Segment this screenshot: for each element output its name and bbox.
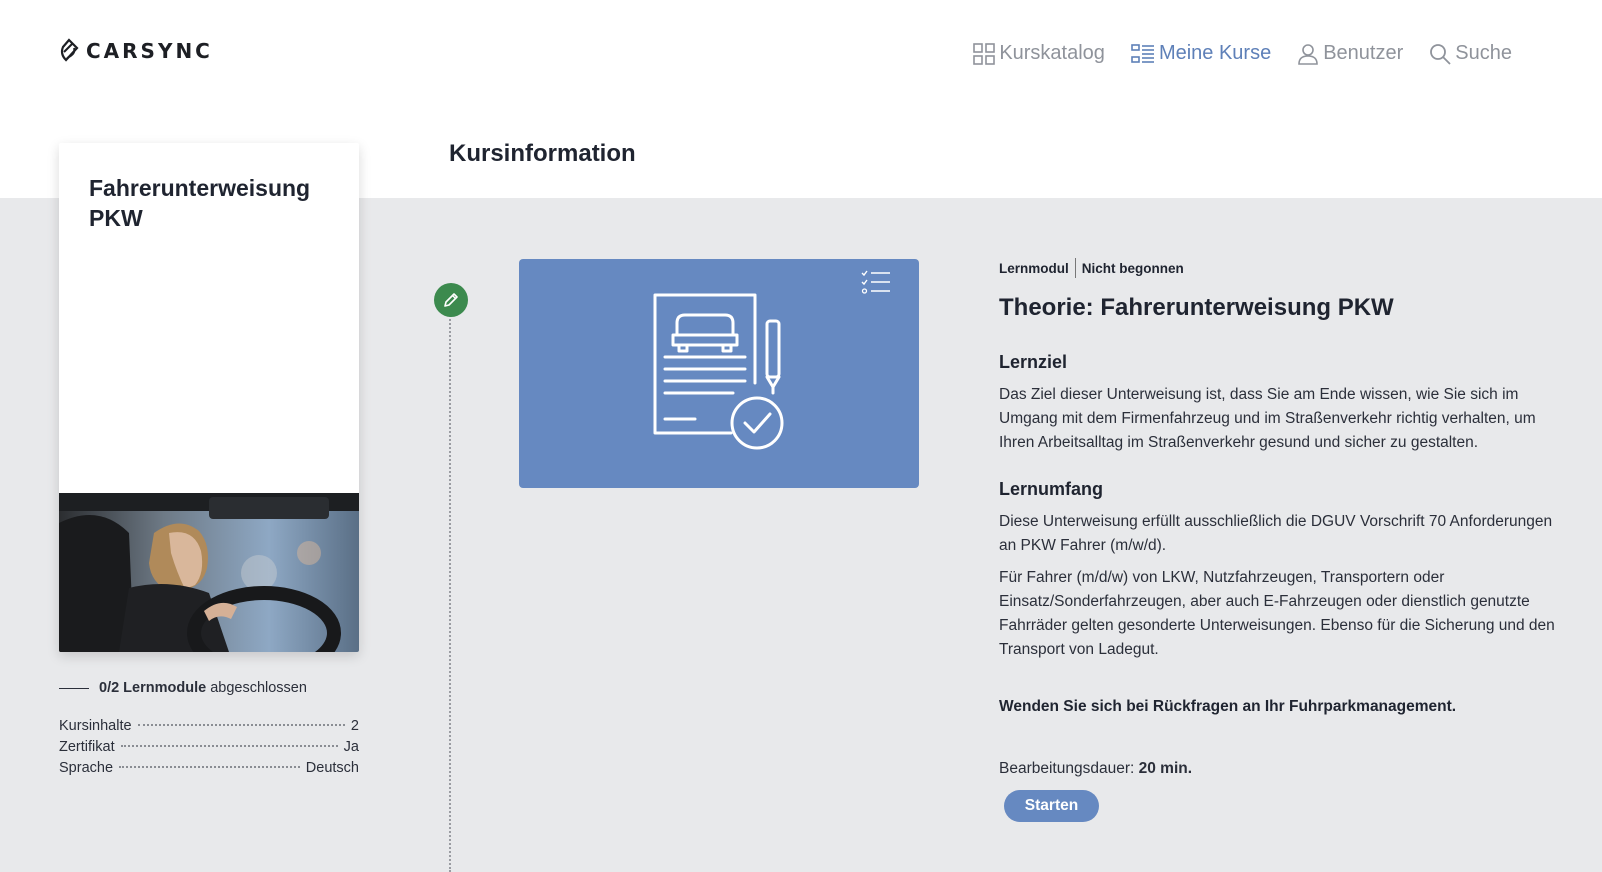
- progress-dash: [59, 687, 89, 689]
- list-icon: [1131, 43, 1154, 63]
- course-photo: [59, 493, 359, 652]
- nav-kurskatalog[interactable]: Kurskatalog: [973, 42, 1105, 65]
- scope-text-1: Diese Unterweisung erfüllt ausschließlic…: [999, 513, 1553, 554]
- duration-label: Bearbeitungsdauer:: [999, 760, 1135, 777]
- scope-text-2: Für Fahrer (m/d/w) von LKW, Nutzfahrzeug…: [999, 569, 1555, 658]
- brand-wordmark: CARSYNC: [86, 39, 213, 63]
- course-meta-list: Kursinhalte 2 Zertifikat Ja Sprache Deut…: [59, 718, 359, 781]
- meta-row-sprache: Sprache Deutsch: [59, 760, 359, 781]
- course-card[interactable]: Fahrerunterweisung PKW: [59, 143, 359, 652]
- nav-benutzer[interactable]: Benutzer: [1297, 42, 1403, 65]
- module-status-dot: [434, 283, 468, 317]
- meta-value: 2: [350, 718, 359, 734]
- meta-label: Kursinhalte: [59, 718, 132, 734]
- meta-row-zertifikat: Zertifikat Ja: [59, 739, 359, 760]
- nav-label: Benutzer: [1323, 42, 1404, 64]
- module-status-tag: Nicht begonnen: [1081, 260, 1184, 276]
- contact-note: Wenden Sie sich bei Rückfragen an Ihr Fu…: [999, 698, 1457, 715]
- meta-dots: [119, 766, 300, 768]
- user-icon: [1298, 43, 1319, 65]
- progress-suffix: abgeschlossen: [210, 680, 307, 696]
- tag-separator: [1074, 258, 1076, 278]
- module-title: Theorie: Fahrerunterweisung PKW: [999, 294, 1394, 321]
- course-title: Fahrerunterweisung PKW: [89, 175, 311, 231]
- module-tags: Lernmodul Nicht begonnen: [999, 258, 1559, 278]
- scope-heading: Lernumfang: [999, 479, 1104, 499]
- checklist-icon: [861, 270, 890, 294]
- meta-row-kursinhalte: Kursinhalte 2: [59, 718, 359, 739]
- module-detail: Lernmodul Nicht begonnen Theorie: Fahrer…: [999, 258, 1559, 822]
- meta-dots: [137, 724, 345, 726]
- meta-label: Sprache: [59, 760, 114, 776]
- progress-count: 0/2 Lernmodule: [99, 680, 207, 696]
- meta-label: Zertifikat: [59, 739, 115, 755]
- module-type-tag: Lernmodul: [999, 260, 1069, 276]
- main-navigation: Kurskatalog Meine Kurse Benutzer Suche: [973, 42, 1512, 65]
- contract-car-icon: [653, 293, 784, 450]
- goal-text: Das Ziel dieser Unterweisung ist, dass S…: [999, 386, 1536, 451]
- module-thumbnail[interactable]: [519, 259, 919, 488]
- meta-dots: [120, 745, 338, 747]
- start-button[interactable]: Starten: [1004, 790, 1099, 822]
- nav-label: Kurskatalog: [999, 42, 1105, 64]
- nav-label: Meine Kurse: [1158, 42, 1272, 64]
- brand-logo[interactable]: CARSYNC: [58, 38, 213, 64]
- section-title: Kursinformation: [449, 140, 636, 167]
- duration-info: Bearbeitungsdauer: 20 min.: [999, 760, 1559, 778]
- carsync-logo-icon: [60, 38, 79, 62]
- nav-meine-kurse[interactable]: Meine Kurse: [1131, 42, 1271, 65]
- driver-photo-illustration: [59, 493, 359, 652]
- pencil-icon: [444, 293, 458, 307]
- search-icon: [1430, 43, 1451, 65]
- course-progress: 0/2 Lernmodule abgeschlossen: [59, 680, 307, 696]
- meta-value: Ja: [343, 739, 359, 755]
- grid-icon: [973, 42, 996, 65]
- module-timeline: [449, 312, 451, 872]
- goal-heading: Lernziel: [999, 352, 1068, 372]
- duration-value: 20 min.: [1138, 760, 1193, 777]
- meta-value: Deutsch: [305, 760, 359, 776]
- nav-label: Suche: [1455, 42, 1512, 64]
- nav-suche[interactable]: Suche: [1429, 42, 1512, 65]
